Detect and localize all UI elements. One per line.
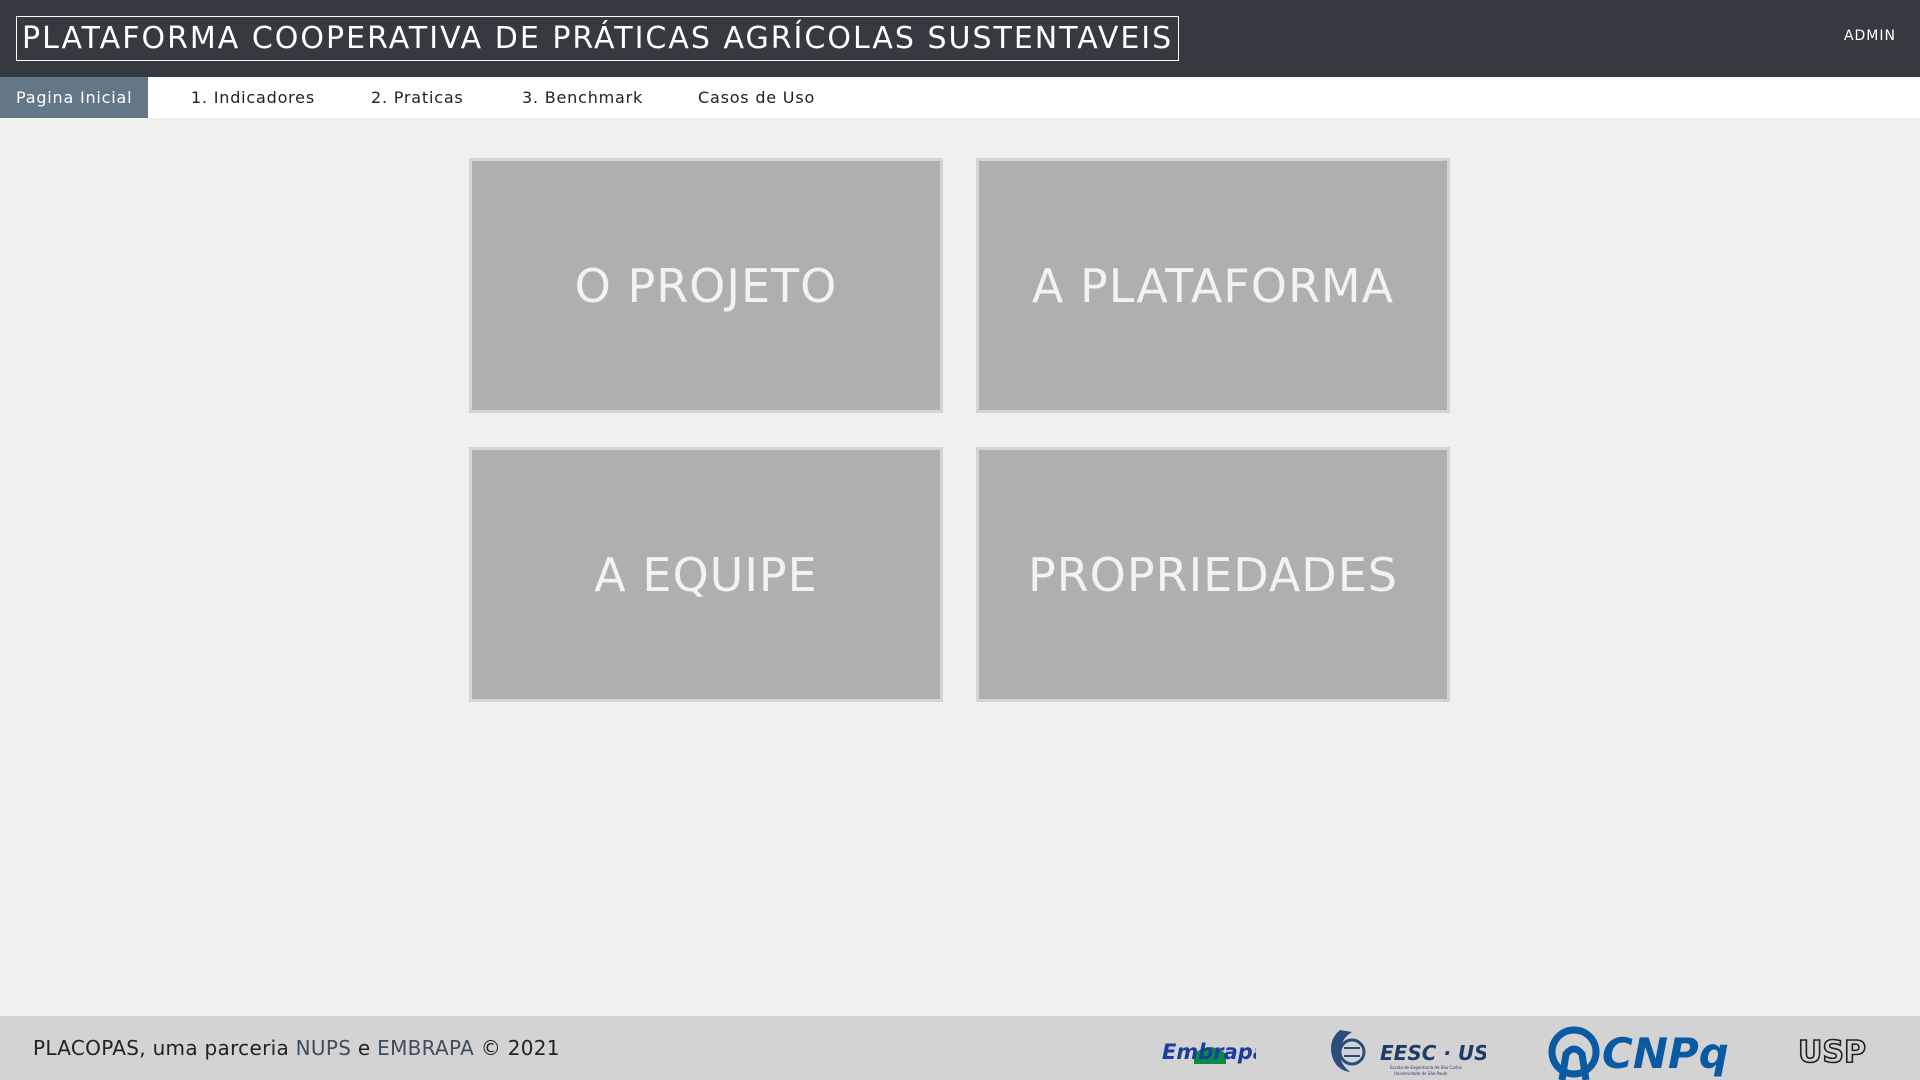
tab-praticas[interactable]: 2. Praticas	[355, 77, 480, 118]
top-bar: PLATAFORMA COOPERATIVA DE PRÁTICAS AGRÍC…	[0, 0, 1920, 77]
admin-menu[interactable]: ADMIN	[1844, 28, 1896, 44]
footer-credits: PLACOPAS, uma parceria NUPS e EMBRAPA © …	[33, 1036, 560, 1060]
footer-prefix: PLACOPAS, uma parceria	[33, 1036, 296, 1060]
footer-link-embrapa[interactable]: EMBRAPA	[377, 1036, 474, 1060]
eesc-logo-subtext: Escola de Engenharia de São Carlos	[1390, 1065, 1462, 1070]
cnpq-logo-text: CNPq	[1602, 1029, 1729, 1078]
tile-a-equipe[interactable]: A EQUIPE	[469, 447, 943, 702]
tile-propriedades[interactable]: PROPRIEDADES	[976, 447, 1450, 702]
footer-conj: e	[351, 1036, 378, 1060]
eesc-logo-subtext-2: Universidade de São Paulo	[1394, 1071, 1448, 1076]
tab-casos-de-uso[interactable]: Casos de Uso	[682, 77, 831, 118]
tile-label: A PLATAFORMA	[1031, 258, 1395, 313]
tile-label: O PROJETO	[574, 258, 838, 313]
tile-label: A EQUIPE	[594, 547, 818, 602]
usp-logo[interactable]: USP	[1796, 1034, 1870, 1071]
main-nav: Pagina Inicial 1. Indicadores 2. Pratica…	[0, 77, 1920, 118]
cnpq-logo[interactable]: CNPq	[1544, 1024, 1734, 1080]
footer-suffix: © 2021	[474, 1036, 560, 1060]
usp-logo-text: USP	[1798, 1035, 1866, 1068]
embrapa-logo-text: Embrapa	[1162, 1040, 1256, 1064]
footer-link-nups[interactable]: NUPS	[296, 1036, 352, 1060]
tile-o-projeto[interactable]: O PROJETO	[469, 158, 943, 413]
tab-indicadores[interactable]: 1. Indicadores	[175, 77, 331, 118]
footer: PLACOPAS, uma parceria NUPS e EMBRAPA © …	[0, 1016, 1920, 1080]
eesc-logo-text: EESC · USP	[1380, 1041, 1486, 1065]
tile-a-plataforma[interactable]: A PLATAFORMA	[976, 158, 1450, 413]
site-title[interactable]: PLATAFORMA COOPERATIVA DE PRÁTICAS AGRÍC…	[16, 16, 1180, 61]
tab-benchmark[interactable]: 3. Benchmark	[506, 77, 659, 118]
eesc-usp-logo[interactable]: EESC · USP Escola de Engenharia de São C…	[1326, 1022, 1504, 1078]
tab-pagina-inicial[interactable]: Pagina Inicial	[0, 77, 149, 118]
tile-label: PROPRIEDADES	[1027, 547, 1398, 602]
embrapa-logo[interactable]: Embrapa	[1160, 1034, 1267, 1068]
